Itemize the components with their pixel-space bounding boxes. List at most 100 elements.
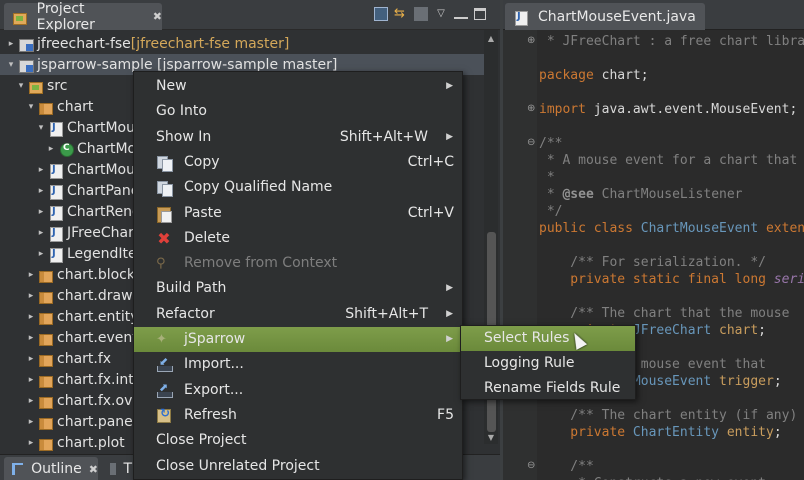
collapsed-arrow-icon[interactable]: ▸ — [46, 144, 56, 154]
collapse-fold-icon[interactable]: ⊖ — [527, 138, 537, 148]
code-line: /** The chart that the mouse — [539, 305, 789, 322]
close-icon[interactable]: ✖ — [89, 463, 98, 476]
view-menu-icon[interactable]: ▽ — [434, 7, 448, 21]
pkg-icon — [38, 310, 54, 325]
code-area[interactable]: * JFreeChart : a free chart library packa… — [539, 30, 804, 480]
collapsed-arrow-icon[interactable]: ▸ — [26, 270, 36, 280]
tree-row[interactable]: ▸ jfreechart-fse [jfreechart-fse master] — [0, 33, 484, 54]
collapse-fold-icon[interactable]: ⊖ — [527, 461, 537, 471]
collapsed-arrow-icon[interactable]: ▸ — [26, 291, 36, 301]
menu-item-close-unrelated-project[interactable]: Close Unrelated Project — [134, 454, 462, 479]
code-token: extends — [765, 221, 804, 236]
class-icon — [58, 142, 74, 157]
collapsed-arrow-icon[interactable]: ▸ — [26, 354, 36, 364]
menu-item-label: Paste — [184, 204, 222, 221]
code-token: JFreeChart — [625, 323, 712, 338]
menu-item-paste[interactable]: Paste Ctrl+V — [134, 201, 462, 226]
code-line: import java.awt.event.MouseEvent; — [539, 101, 797, 118]
collapsed-arrow-icon[interactable]: ▸ — [36, 186, 46, 196]
menu-item-go-into[interactable]: Go Into — [134, 99, 462, 124]
menu-item-delete[interactable]: ✖ Delete — [134, 226, 462, 251]
focus-icon[interactable] — [414, 7, 428, 21]
code-token: */ — [539, 204, 563, 219]
code-token: * A mouse event for a chart that — [539, 153, 798, 168]
menu-item-label: Build Path — [156, 280, 227, 297]
project-explorer-toolbar: ⇆ ▽ — [374, 7, 486, 21]
editor-gutter: ⊕ ⊕ ⊖ ⊖ — [503, 30, 537, 480]
collapse-all-icon[interactable] — [374, 7, 388, 21]
tab-outline[interactable]: Outline ✖ — [4, 457, 98, 480]
menu-item-refactor[interactable]: Refactor Shift+Alt+T ▶ — [134, 302, 462, 327]
menu-item-label: Copy Qualified Name — [184, 179, 333, 196]
code-token: * — [539, 187, 563, 202]
tree-item-label: jfreechart-fse — [37, 35, 131, 52]
menu-item-jsparrow[interactable]: ✦ jSparrow ▶ — [134, 327, 462, 352]
keyboard-shortcut: Shift+Alt+T — [345, 305, 428, 322]
tab-chartmouseevent-java[interactable]: ChartMouseEvent.java — [505, 3, 705, 30]
close-icon[interactable]: ✖ — [153, 10, 162, 23]
scroll-down-icon[interactable]: ▼ — [484, 433, 498, 442]
tab-task-list[interactable]: T — [104, 457, 132, 480]
code-token: private static final long — [539, 272, 766, 287]
code-token: ; — [758, 323, 766, 338]
expanded-arrow-icon[interactable]: ▾ — [26, 102, 36, 112]
menu-item-copy[interactable]: Copy Ctrl+C — [134, 150, 462, 175]
menu-item-label: Show In — [156, 128, 212, 145]
menu-item-show-in[interactable]: Show In Shift+Alt+W ▶ — [134, 125, 462, 150]
menu-item-export[interactable]: Export... — [134, 378, 462, 403]
menu-item-copy-qualified-name[interactable]: Copy Qualified Name — [134, 175, 462, 200]
minimize-icon[interactable] — [454, 10, 468, 19]
delete-icon: ✖ — [157, 228, 171, 248]
scroll-up-icon[interactable]: ▲ — [484, 34, 498, 43]
code-token: public class — [539, 221, 633, 236]
collapsed-arrow-icon[interactable]: ▸ — [26, 375, 36, 385]
collapsed-arrow-icon[interactable]: ▸ — [6, 39, 16, 49]
submenu-item-rename-fields-rule[interactable]: Rename Fields Rule — [461, 376, 635, 401]
code-token: * — [539, 170, 555, 185]
collapsed-arrow-icon[interactable]: ▸ — [36, 249, 46, 259]
collapsed-arrow-icon[interactable]: ▸ — [36, 228, 46, 238]
keyboard-shortcut: Shift+Alt+W — [339, 128, 428, 145]
tree-item-label: chart.block — [57, 266, 135, 283]
editor-tab-title: ChartMouseEvent.java — [538, 8, 696, 25]
collapsed-arrow-icon[interactable]: ▸ — [26, 417, 36, 427]
code-token: chart; — [593, 68, 649, 83]
outline-title: Outline — [31, 461, 82, 477]
menu-item-refresh[interactable]: Refresh F5 — [134, 403, 462, 428]
expanded-arrow-icon[interactable]: ▾ — [16, 81, 26, 91]
maximize-icon[interactable] — [474, 8, 486, 20]
submenu-item-label: Rename Fields Rule — [484, 380, 621, 396]
menu-item-import[interactable]: Import... — [134, 352, 462, 377]
expanded-arrow-icon[interactable]: ▾ — [6, 60, 16, 70]
code-token: ChartEntity — [625, 425, 720, 440]
menu-item-close-project[interactable]: Close Project — [134, 428, 462, 453]
project-explorer-title: Project Explorer — [36, 0, 95, 33]
collapsed-arrow-icon[interactable]: ▸ — [26, 333, 36, 343]
collapsed-arrow-icon[interactable]: ▸ — [36, 207, 46, 217]
menu-item-build-path[interactable]: Build Path ▶ — [134, 276, 462, 301]
java-icon — [48, 226, 64, 242]
collapsed-arrow-icon[interactable]: ▸ — [36, 165, 46, 175]
link-with-editor-icon[interactable]: ⇆ — [394, 7, 408, 21]
collapsed-arrow-icon[interactable]: ▸ — [26, 312, 36, 322]
menu-item-label: Export... — [184, 381, 244, 398]
java-icon — [48, 205, 64, 221]
remove-context-icon: ⚲ — [156, 256, 166, 272]
menu-item-label: Delete — [184, 229, 230, 246]
submenu-item-logging-rule[interactable]: Logging Rule — [461, 351, 635, 376]
submenu-item-select-rules[interactable]: Select Rules — [461, 326, 635, 351]
menu-item-label: Refresh — [184, 406, 237, 423]
menu-item-label: Close Project — [156, 432, 247, 449]
code-token: ; — [773, 374, 782, 389]
collapsed-arrow-icon[interactable]: ▸ — [26, 396, 36, 406]
expand-fold-icon[interactable]: ⊕ — [527, 104, 537, 114]
code-line: private ChartEntity entity; — [539, 424, 781, 441]
pkg-icon — [38, 268, 54, 283]
tab-project-explorer[interactable]: Project Explorer ✖ — [4, 0, 162, 33]
expanded-arrow-icon[interactable]: ▾ — [36, 123, 46, 133]
expand-fold-icon[interactable]: ⊕ — [527, 36, 537, 46]
collapsed-arrow-icon[interactable]: ▸ — [26, 438, 36, 448]
submenu-arrow-icon: ▶ — [446, 131, 453, 142]
menu-item-new[interactable]: New ▶ — [134, 74, 462, 99]
java-file-icon — [513, 10, 529, 26]
